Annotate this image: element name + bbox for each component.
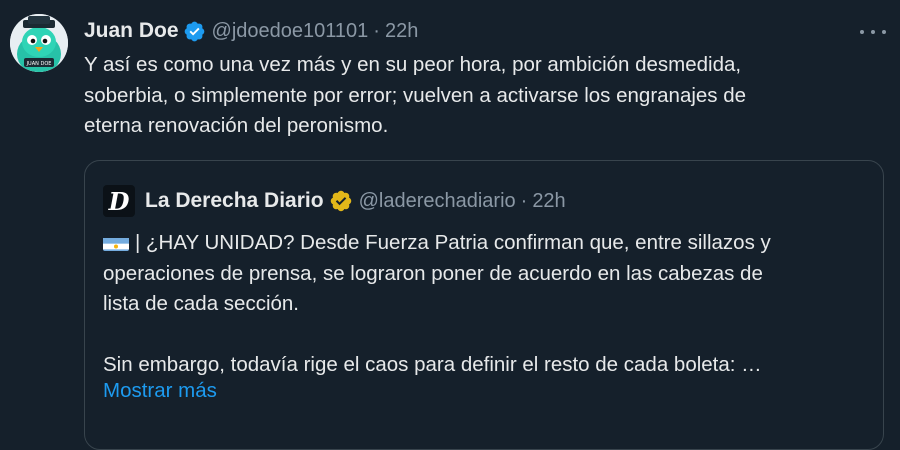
verified-badge-icon — [183, 20, 206, 43]
quoted-tweet-text: | ¿HAY UNIDAD? Desde Fuerza Patria confi… — [103, 231, 771, 376]
quoted-author-name[interactable]: La Derecha Diario — [145, 189, 324, 213]
tweet[interactable]: JUAN DOE Juan Doe @jdoedoe101101 · 22h Y… — [0, 0, 900, 450]
quoted-timestamp[interactable]: 22h — [532, 190, 565, 213]
tweet-timestamp[interactable]: 22h — [385, 20, 418, 43]
quoted-separator-dot: · — [520, 189, 528, 212]
quoted-tweet[interactable]: D La Derecha Diario @laderechadiario · 2… — [84, 160, 884, 450]
gold-verified-badge-icon — [329, 189, 353, 213]
argentina-flag-icon — [103, 234, 129, 251]
logo-letter: D — [108, 186, 130, 216]
show-more-link[interactable]: Mostrar más — [103, 379, 217, 403]
author-avatar[interactable]: JUAN DOE — [10, 14, 68, 72]
tweet-header: Juan Doe @jdoedoe101101 · 22h — [84, 16, 418, 46]
separator-dot: · — [373, 19, 380, 42]
quoted-tweet-header: D La Derecha Diario @laderechadiario · 2… — [103, 185, 566, 217]
quoted-author-handle[interactable]: @laderechadiario — [359, 190, 516, 213]
bird-avatar-icon: JUAN DOE — [10, 14, 68, 72]
quoted-tweet-text-block: | ¿HAY UNIDAD? Desde Fuerza Patria confi… — [103, 228, 873, 381]
quoted-author-avatar[interactable]: D — [103, 185, 135, 217]
author-name[interactable]: Juan Doe — [84, 19, 179, 43]
tweet-text: Y así es como una vez más y en su peor h… — [84, 53, 747, 137]
avatar-label: JUAN DOE — [26, 61, 52, 67]
author-handle[interactable]: @jdoedoe101101 — [212, 20, 369, 43]
more-options-icon[interactable] — [860, 22, 886, 42]
